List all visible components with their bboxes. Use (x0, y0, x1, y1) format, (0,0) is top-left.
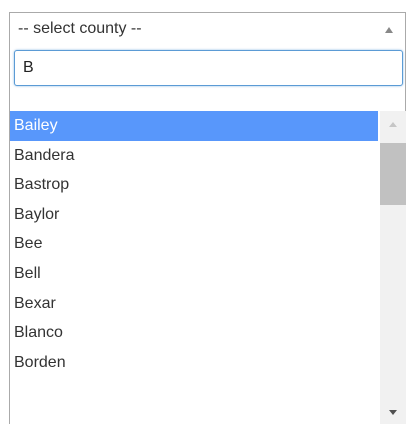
option-item[interactable]: Borden (10, 348, 378, 378)
option-item-highlighted[interactable]: Bailey (10, 111, 378, 141)
option-item[interactable]: Bexar (10, 289, 378, 319)
scroll-down-arrow-icon[interactable] (389, 410, 397, 415)
list-scrollbar[interactable] (380, 111, 406, 424)
option-item[interactable]: Baylor (10, 200, 378, 230)
scroll-up-arrow-icon[interactable] (389, 122, 397, 127)
select-selected-label: -- select county -- (18, 20, 142, 37)
scrollbar-thumb[interactable] (380, 143, 406, 205)
option-item[interactable]: Bee (10, 229, 378, 259)
option-item[interactable]: Blanco (10, 318, 378, 348)
options-items: Bailey Bandera Bastrop Baylor Bee Bell B… (10, 111, 378, 377)
option-item[interactable]: Bastrop (10, 170, 378, 200)
search-wrapper (14, 50, 403, 86)
county-select[interactable]: -- select county -- (9, 12, 406, 46)
option-item[interactable]: Bandera (10, 141, 378, 171)
options-list: Bailey Bandera Bastrop Baylor Bee Bell B… (10, 111, 406, 424)
caret-up-icon[interactable] (385, 27, 393, 33)
county-search-input[interactable] (14, 50, 403, 86)
dropdown-panel: Bailey Bandera Bastrop Baylor Bee Bell B… (9, 46, 406, 424)
county-select-dropdown[interactable]: -- select county -- Bailey Bandera Bastr… (9, 12, 406, 424)
option-item[interactable]: Bell (10, 259, 378, 289)
